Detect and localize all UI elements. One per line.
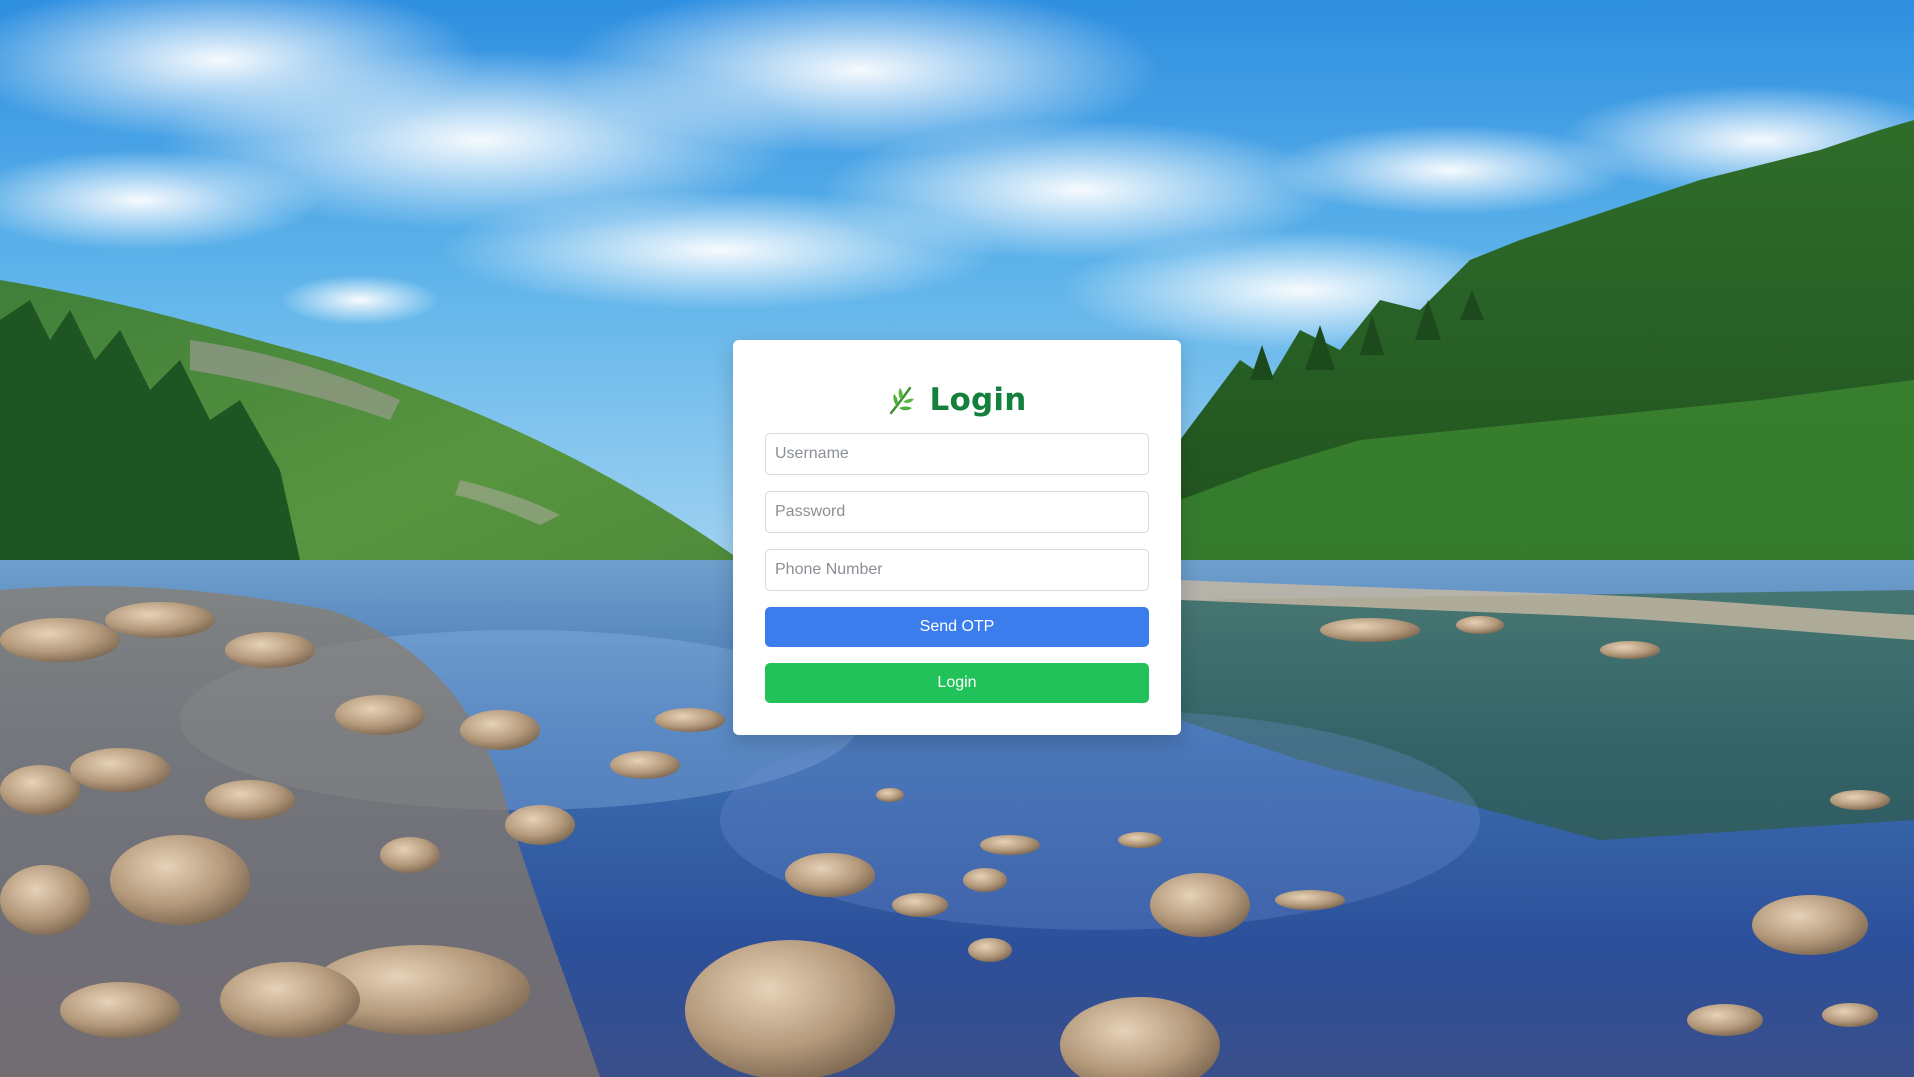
login-header: Login [733,376,1181,424]
password-input[interactable] [765,491,1149,533]
login-button[interactable]: Login [765,663,1149,703]
send-otp-button[interactable]: Send OTP [765,607,1149,647]
leaf-icon [888,384,916,416]
username-input[interactable] [765,433,1149,475]
login-card: Login Send OTP Login [733,340,1181,735]
login-title: Login [929,382,1027,418]
phone-number-input[interactable] [765,549,1149,591]
